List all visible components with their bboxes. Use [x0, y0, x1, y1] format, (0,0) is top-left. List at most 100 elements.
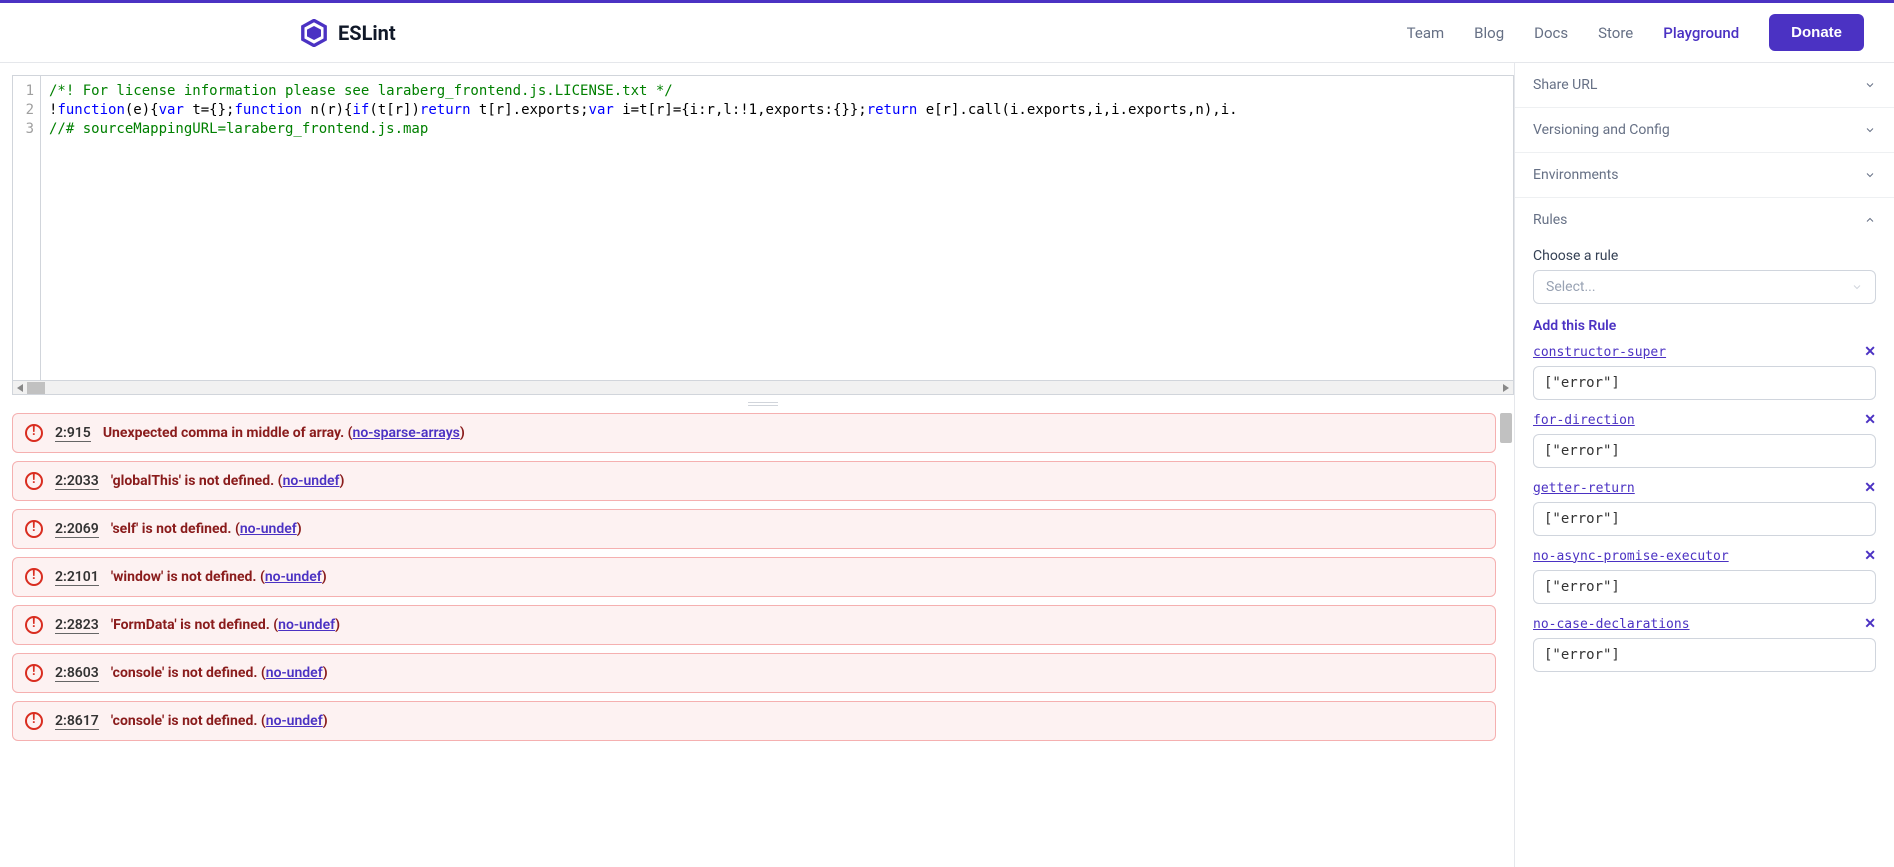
- line-number: 2: [13, 101, 34, 120]
- remove-rule-button[interactable]: ✕: [1864, 412, 1876, 428]
- error-location[interactable]: 2:2101: [55, 569, 99, 586]
- horizontal-scrollbar[interactable]: [13, 380, 1513, 394]
- code-area[interactable]: /*! For license information please see l…: [41, 76, 1513, 380]
- rule-name-link[interactable]: no-case-declarations: [1533, 617, 1690, 632]
- main-layout: 1 2 3 /*! For license information please…: [0, 63, 1894, 867]
- error-rule-link[interactable]: no-undef: [266, 665, 323, 681]
- error-location[interactable]: 2:2069: [55, 521, 99, 538]
- logo[interactable]: ESLint: [300, 19, 396, 47]
- rules-body: Choose a rule Select... Add this Rule co…: [1515, 242, 1894, 672]
- rule-row: constructor-super ✕: [1533, 344, 1876, 400]
- vertical-scrollbar[interactable]: [1500, 413, 1512, 867]
- error-location[interactable]: 2:915: [55, 425, 91, 442]
- rule-name-link[interactable]: for-direction: [1533, 413, 1635, 428]
- header: ESLint Team Blog Docs Store Playground D…: [0, 3, 1894, 63]
- eslint-logo-icon: [300, 19, 328, 47]
- error-location[interactable]: 2:2033: [55, 473, 99, 490]
- remove-rule-button[interactable]: ✕: [1864, 344, 1876, 360]
- rule-row: getter-return ✕: [1533, 480, 1876, 536]
- rule-name-link[interactable]: no-async-promise-executor: [1533, 549, 1729, 564]
- error-message: 'self' is not defined.: [111, 521, 232, 537]
- error-message: 'console' is not defined.: [111, 713, 258, 729]
- rule-config-input[interactable]: [1533, 502, 1876, 536]
- chevron-down-icon: [1864, 79, 1876, 91]
- error-icon: [25, 712, 43, 730]
- error-item[interactable]: 2:2101'window' is not defined. (no-undef…: [12, 557, 1496, 597]
- error-rule-link[interactable]: no-undef: [283, 473, 340, 489]
- rule-row: no-async-promise-executor ✕: [1533, 548, 1876, 604]
- error-rule-link[interactable]: no-undef: [266, 713, 323, 729]
- error-location[interactable]: 2:8603: [55, 665, 99, 682]
- left-pane: 1 2 3 /*! For license information please…: [0, 63, 1514, 867]
- select-placeholder: Select...: [1546, 279, 1596, 295]
- error-rule-link[interactable]: no-undef: [265, 569, 322, 585]
- rule-name-link[interactable]: getter-return: [1533, 481, 1635, 496]
- panel-share-url[interactable]: Share URL: [1515, 63, 1894, 108]
- error-icon: [25, 520, 43, 538]
- chevron-down-icon: [1864, 169, 1876, 181]
- rule-row: no-case-declarations ✕: [1533, 616, 1876, 672]
- code-editor[interactable]: 1 2 3 /*! For license information please…: [12, 75, 1514, 395]
- error-message: 'console' is not defined.: [111, 665, 258, 681]
- line-number: 1: [13, 82, 34, 101]
- error-icon: [25, 664, 43, 682]
- nav-docs[interactable]: Docs: [1534, 24, 1568, 42]
- error-location[interactable]: 2:2823: [55, 617, 99, 634]
- error-rule-link[interactable]: no-undef: [240, 521, 297, 537]
- pane-splitter[interactable]: [12, 395, 1514, 413]
- rule-config-input[interactable]: [1533, 366, 1876, 400]
- error-item[interactable]: 2:2069'self' is not defined. (no-undef): [12, 509, 1496, 549]
- error-item[interactable]: 2:915 Unexpected comma in middle of array…: [12, 413, 1496, 453]
- panel-title: Versioning and Config: [1533, 122, 1670, 138]
- rule-config-input[interactable]: [1533, 638, 1876, 672]
- scrollbar-thumb[interactable]: [27, 382, 45, 394]
- error-message: 'window' is not defined.: [111, 569, 257, 585]
- code-text: /*! For license information please see l…: [49, 83, 673, 99]
- editor-body: 1 2 3 /*! For license information please…: [13, 76, 1513, 380]
- line-gutter: 1 2 3: [13, 76, 41, 380]
- sidebar: Share URL Versioning and Config Environm…: [1514, 63, 1894, 867]
- rule-select[interactable]: Select...: [1533, 270, 1876, 304]
- rule-row: for-direction ✕: [1533, 412, 1876, 468]
- choose-rule-label: Choose a rule: [1533, 248, 1876, 264]
- error-item[interactable]: 2:8603'console' is not defined. (no-unde…: [12, 653, 1496, 693]
- nav-blog[interactable]: Blog: [1474, 24, 1504, 42]
- error-location[interactable]: 2:8617: [55, 713, 99, 730]
- donate-button[interactable]: Donate: [1769, 14, 1864, 51]
- chevron-down-icon: [1864, 124, 1876, 136]
- nav-team[interactable]: Team: [1407, 24, 1445, 42]
- errors-panel[interactable]: 2:915 Unexpected comma in middle of array…: [12, 413, 1514, 867]
- error-rule-link[interactable]: no-sparse-arrays: [353, 425, 460, 441]
- add-rule-button[interactable]: Add this Rule: [1533, 318, 1876, 334]
- panel-title: Environments: [1533, 167, 1618, 183]
- error-icon: [25, 424, 43, 442]
- logo-text: ESLint: [338, 21, 396, 45]
- scrollbar-thumb[interactable]: [1500, 413, 1512, 443]
- remove-rule-button[interactable]: ✕: [1864, 548, 1876, 564]
- error-icon: [25, 472, 43, 490]
- remove-rule-button[interactable]: ✕: [1864, 616, 1876, 632]
- panel-title: Share URL: [1533, 77, 1597, 93]
- splitter-grip-icon: [748, 402, 778, 406]
- error-item[interactable]: 2:2823'FormData' is not defined. (no-und…: [12, 605, 1496, 645]
- panel-rules[interactable]: Rules: [1515, 198, 1894, 242]
- panel-versioning[interactable]: Versioning and Config: [1515, 108, 1894, 153]
- chevron-up-icon: [1864, 214, 1876, 226]
- rule-config-input[interactable]: [1533, 434, 1876, 468]
- error-icon: [25, 616, 43, 634]
- error-message: 'globalThis' is not defined.: [111, 473, 274, 489]
- panel-environments[interactable]: Environments: [1515, 153, 1894, 198]
- remove-rule-button[interactable]: ✕: [1864, 480, 1876, 496]
- rule-config-input[interactable]: [1533, 570, 1876, 604]
- nav-store[interactable]: Store: [1598, 24, 1633, 42]
- code-text: //# sourceMappingURL=laraberg_frontend.j…: [49, 121, 428, 137]
- error-message: Unexpected comma in middle of array.: [103, 425, 344, 441]
- panel-title: Rules: [1533, 212, 1567, 228]
- error-rule-link[interactable]: no-undef: [278, 617, 335, 633]
- error-item[interactable]: 2:2033'globalThis' is not defined. (no-u…: [12, 461, 1496, 501]
- rule-name-link[interactable]: constructor-super: [1533, 345, 1666, 360]
- error-icon: [25, 568, 43, 586]
- error-item[interactable]: 2:8617'console' is not defined. (no-unde…: [12, 701, 1496, 741]
- chevron-down-icon: [1851, 281, 1863, 293]
- nav-playground[interactable]: Playground: [1663, 24, 1739, 42]
